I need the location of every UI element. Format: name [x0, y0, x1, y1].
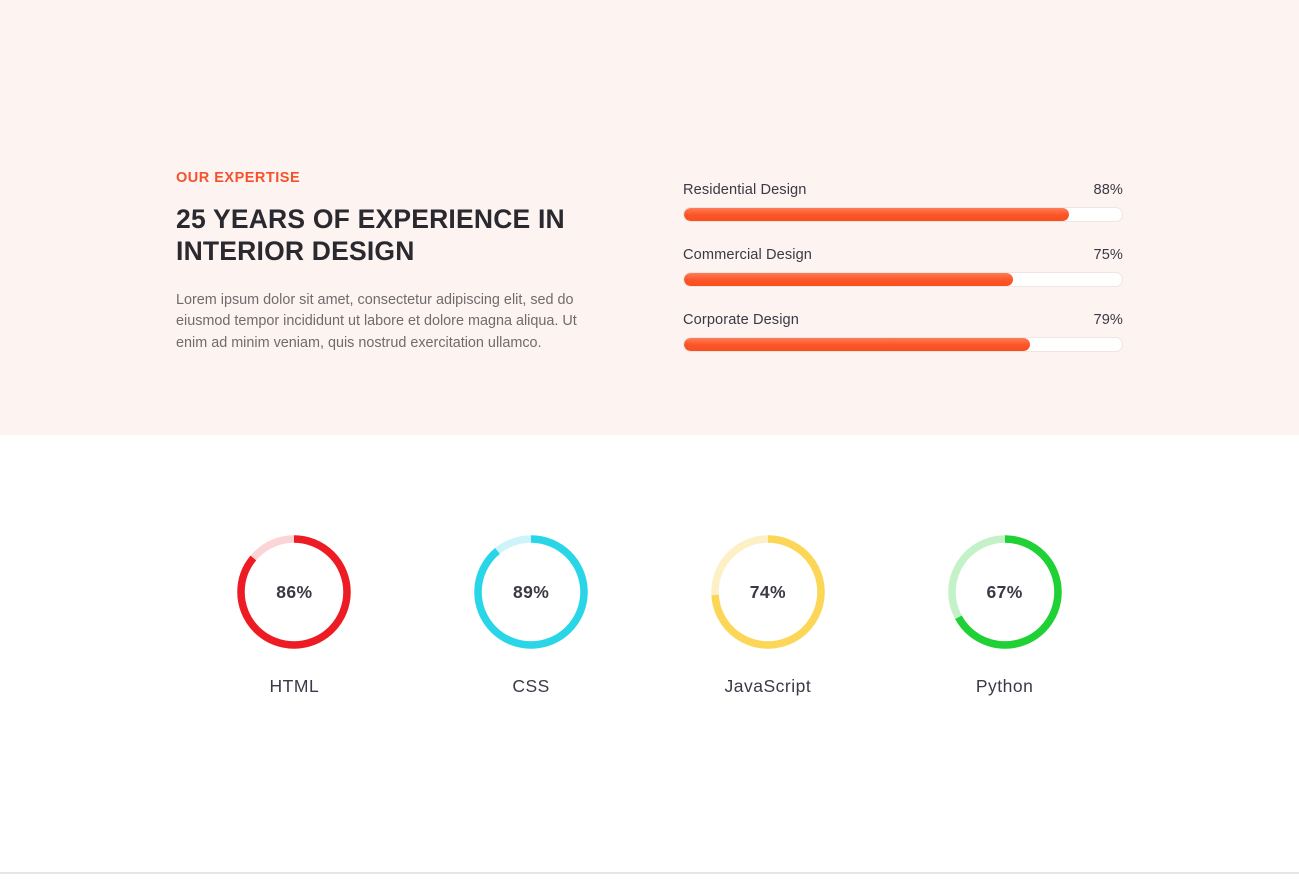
skills-row: 86% HTML 89% CSS 74% JavaScript 67% Pyth…: [176, 535, 1123, 697]
progress-bar-header: Corporate Design 79%: [683, 312, 1123, 328]
section-eyebrow: OUR EXPERTISE: [176, 170, 301, 186]
skill-label: Python: [975, 676, 1034, 696]
progress-bar-item: Commercial Design 75%: [683, 247, 1123, 287]
circular-progress-value: 74%: [749, 581, 786, 602]
page-title: 25 YEARS OF EXPERIENCE IN INTERIOR DESIG…: [176, 204, 565, 267]
circular-progress: 86%: [237, 535, 352, 649]
progress-bar-value: 75%: [1093, 247, 1123, 263]
progress-bar-track: [683, 207, 1123, 222]
progress-bar-item: Corporate Design 79%: [683, 312, 1123, 352]
progress-bar-label: Commercial Design: [683, 247, 813, 263]
circular-progress: 74%: [711, 535, 825, 649]
expertise-text-column: OUR EXPERTISE 25 YEARS OF EXPERIENCE IN …: [176, 170, 646, 355]
skills-section: 86% HTML 89% CSS 74% JavaScript 67% Pyth…: [0, 435, 1299, 873]
progress-bar-fill: [684, 208, 1070, 221]
progress-bar-fill: [684, 273, 1013, 286]
skill-bars-column: Residential Design 88% Commercial Design…: [683, 170, 1123, 355]
skill-label: HTML: [269, 676, 320, 696]
progress-bar-value: 88%: [1093, 182, 1123, 198]
expertise-section: OUR EXPERTISE 25 YEARS OF EXPERIENCE IN …: [0, 0, 1299, 435]
section-description: Lorem ipsum dolor sit amet, consectetur …: [176, 291, 577, 352]
expertise-content: OUR EXPERTISE 25 YEARS OF EXPERIENCE IN …: [176, 170, 1123, 355]
skill-item: 74% JavaScript: [650, 535, 887, 697]
progress-bar-label: Corporate Design: [683, 312, 799, 328]
circular-progress-value: 67%: [986, 581, 1023, 602]
progress-bar-track: [683, 272, 1123, 287]
progress-bar-header: Residential Design 88%: [683, 182, 1123, 198]
circular-progress: 67%: [947, 535, 1062, 649]
skill-item: 89% CSS: [413, 535, 650, 697]
circular-progress-value: 86%: [276, 581, 313, 602]
circular-progress: 89%: [474, 535, 588, 649]
progress-bar-value: 79%: [1093, 312, 1123, 328]
skill-item: 86% HTML: [176, 535, 413, 697]
skill-label: CSS: [512, 676, 550, 696]
progress-bar-track: [683, 337, 1123, 352]
progress-bar-item: Residential Design 88%: [683, 182, 1123, 222]
progress-bar-fill: [684, 338, 1031, 351]
skill-item: 67% Python: [886, 535, 1123, 697]
progress-bar-header: Commercial Design 75%: [683, 247, 1123, 263]
footer-area: [0, 874, 1299, 888]
circular-progress-value: 89%: [513, 581, 550, 602]
progress-bar-label: Residential Design: [683, 182, 807, 198]
skill-label: JavaScript: [724, 676, 812, 696]
